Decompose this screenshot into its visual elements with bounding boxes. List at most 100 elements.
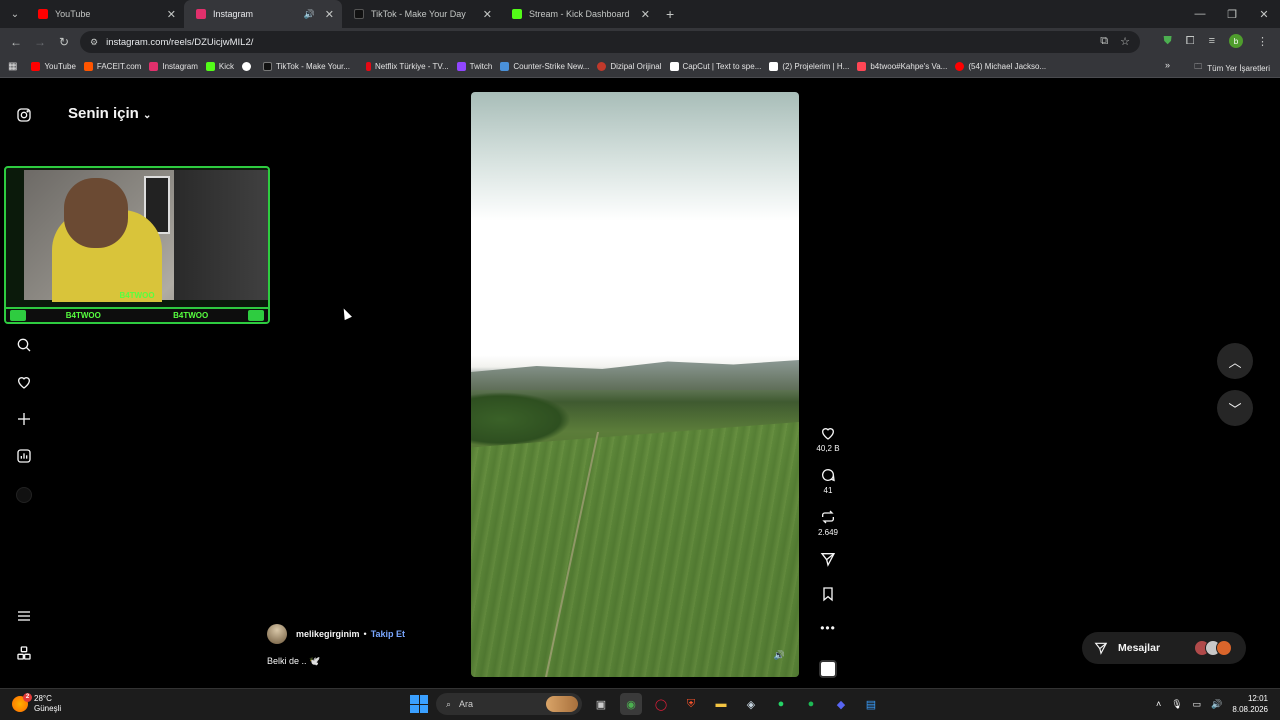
task-view-icon[interactable]: ▣ xyxy=(590,693,612,715)
apps-icon[interactable]: ▦ xyxy=(8,61,17,72)
shield-icon[interactable]: ⛊ xyxy=(1164,35,1172,48)
tab-search-icon[interactable]: ⌄ xyxy=(4,4,26,24)
reel-actions: 40,2 B 41 2.649 ••• xyxy=(812,425,844,678)
bookmark-youtube[interactable]: YouTube xyxy=(31,62,76,71)
close-tab-icon[interactable]: ✕ xyxy=(167,8,176,21)
more-bookmarks-icon[interactable]: » xyxy=(1165,60,1170,70)
youtube-icon xyxy=(248,310,264,321)
temperature: 28°C xyxy=(34,694,52,703)
display-icon[interactable]: ▭ xyxy=(1193,699,1202,710)
address-bar[interactable]: ⚙ instagram.com/reels/DZUicjwMIL2/ ⧉ ☆ xyxy=(80,31,1140,53)
author-name[interactable]: melikegirginim xyxy=(296,629,360,639)
bookmark-instagram[interactable]: Instagram xyxy=(149,62,198,71)
discord-icon[interactable]: ◆ xyxy=(830,693,852,715)
close-tab-icon[interactable]: ✕ xyxy=(483,8,492,21)
forward-icon[interactable]: → xyxy=(28,35,52,49)
tab-instagram[interactable]: Instagram 🔊 ✕ xyxy=(184,0,342,28)
more-options-button[interactable]: ••• xyxy=(812,621,844,656)
cam-label: B4TWOO xyxy=(119,291,155,300)
bookmark-dizipal[interactable]: Dizipal Orijinal xyxy=(597,62,662,71)
bookmark-star-icon[interactable]: ☆ xyxy=(1120,35,1130,48)
chrome-icon[interactable]: ◉ xyxy=(620,693,642,715)
instagram-logo-icon[interactable] xyxy=(16,107,32,123)
reel-author: melikegirginim • Takip Et xyxy=(267,624,405,644)
weather-text: Güneşli xyxy=(34,704,62,713)
brave-icon[interactable]: ⛨ xyxy=(680,693,702,715)
microphone-icon[interactable]: 🎙 xyxy=(1171,699,1182,710)
close-window-icon[interactable]: ✕ xyxy=(1248,0,1280,28)
tab-youtube[interactable]: YouTube ✕ xyxy=(26,0,184,28)
bookmark-faceit[interactable]: FACEIT.com xyxy=(83,62,141,71)
create-icon[interactable] xyxy=(16,411,32,427)
site-info-icon[interactable]: ⚙ xyxy=(90,37,98,48)
tab-kick[interactable]: Stream - Kick Dashboard ✕ xyxy=(500,0,658,28)
more-apps-icon[interactable] xyxy=(16,645,32,661)
insights-icon[interactable] xyxy=(16,448,32,464)
media-control-icon[interactable]: ≡ xyxy=(1209,35,1215,47)
menu-icon[interactable] xyxy=(16,608,32,624)
avatar[interactable] xyxy=(267,624,287,644)
bookmark-capcut[interactable]: CapCut | Text to spe... xyxy=(669,62,761,71)
volume-icon[interactable]: 🔊 xyxy=(1211,699,1222,710)
reel-video[interactable]: 🔊 xyxy=(471,92,799,677)
bookmark-kick[interactable]: Kick xyxy=(205,62,234,71)
volume-icon[interactable]: 🔊 xyxy=(774,650,785,661)
minimize-icon[interactable]: — xyxy=(1184,0,1216,28)
previous-reel-button[interactable]: ︿ xyxy=(1217,343,1253,379)
speaker-icon[interactable]: 🔊 xyxy=(304,9,315,20)
feed-selector[interactable]: Senin için ⌄ xyxy=(68,105,151,122)
spotify-icon[interactable]: ● xyxy=(800,693,822,715)
close-tab-icon[interactable]: ✕ xyxy=(641,8,650,21)
mouse-cursor xyxy=(340,306,352,321)
whatsapp-icon[interactable]: ● xyxy=(770,693,792,715)
bookmark-tiktok[interactable]: TikTok - Make Your... xyxy=(263,62,350,71)
save-button[interactable] xyxy=(812,586,844,621)
windows-start-icon[interactable] xyxy=(410,695,428,713)
heart-icon[interactable] xyxy=(16,374,32,390)
overlay-name-right: B4TWOO xyxy=(173,311,209,320)
bookmark-projelerim[interactable]: (2) Projelerim | H... xyxy=(769,62,849,71)
comment-button[interactable]: 41 xyxy=(812,467,844,509)
extensions-icon[interactable]: ⧠ xyxy=(1186,35,1195,48)
bookmark-google[interactable] xyxy=(242,62,255,71)
faceit-icon xyxy=(83,62,93,71)
avatar[interactable]: b xyxy=(1229,34,1243,48)
clock[interactable]: 12:01 8.08.2026 xyxy=(1232,693,1268,715)
audio-thumbnail[interactable] xyxy=(819,660,837,678)
install-app-icon[interactable]: ⧉ xyxy=(1100,35,1108,48)
menu-icon[interactable]: ⋮ xyxy=(1257,35,1268,48)
bookmark-michael-jackson[interactable]: (54) Michael Jackso... xyxy=(955,62,1046,71)
like-button[interactable]: 40,2 B xyxy=(812,425,844,467)
reload-icon[interactable]: ↻ xyxy=(52,35,76,49)
back-icon[interactable]: ← xyxy=(4,35,28,49)
close-tab-icon[interactable]: ✕ xyxy=(325,8,334,21)
tab-tiktok[interactable]: TikTok - Make Your Day ✕ xyxy=(342,0,500,28)
bookmark-twitch[interactable]: Twitch xyxy=(456,62,492,71)
repost-count: 2.649 xyxy=(817,528,839,537)
all-bookmarks[interactable]: 🗀 Tüm Yer İşaretleri xyxy=(1194,61,1270,75)
tab-title: Instagram xyxy=(213,9,254,19)
taskbar-search[interactable]: ⌕ Ara xyxy=(436,693,582,715)
search-highlight-image xyxy=(546,696,578,712)
steam-icon[interactable]: ◈ xyxy=(740,693,762,715)
repost-button[interactable]: 2.649 xyxy=(812,509,844,551)
restore-icon[interactable]: ❐ xyxy=(1216,0,1248,28)
url-text[interactable]: instagram.com/reels/DZUicjwMIL2/ xyxy=(106,37,253,48)
weather-widget[interactable]: 2 28°C Güneşli xyxy=(12,693,62,714)
share-button[interactable] xyxy=(812,551,844,586)
valorant-icon xyxy=(857,62,867,71)
search-icon: ⌕ xyxy=(446,698,452,709)
profile-avatar[interactable] xyxy=(16,487,32,503)
bookmark-valorant[interactable]: b4twoo#Kahpe's Va... xyxy=(857,62,947,71)
follow-button[interactable]: Takip Et xyxy=(371,629,405,639)
search-icon[interactable] xyxy=(16,337,32,353)
store-icon[interactable]: ▤ xyxy=(860,693,882,715)
chevron-up-icon[interactable]: ˄ xyxy=(1156,699,1161,709)
bookmark-netflix[interactable]: Netflix Türkiye - TV... xyxy=(366,62,449,71)
bookmark-counter-strike[interactable]: Counter-Strike New... xyxy=(500,62,589,71)
opera-icon[interactable]: ◯ xyxy=(650,693,672,715)
messages-button[interactable]: Mesajlar xyxy=(1082,632,1246,664)
next-reel-button[interactable]: ﹀ xyxy=(1217,390,1253,426)
new-tab-button[interactable]: + xyxy=(666,6,674,22)
file-explorer-icon[interactable]: ▬ xyxy=(710,693,732,715)
